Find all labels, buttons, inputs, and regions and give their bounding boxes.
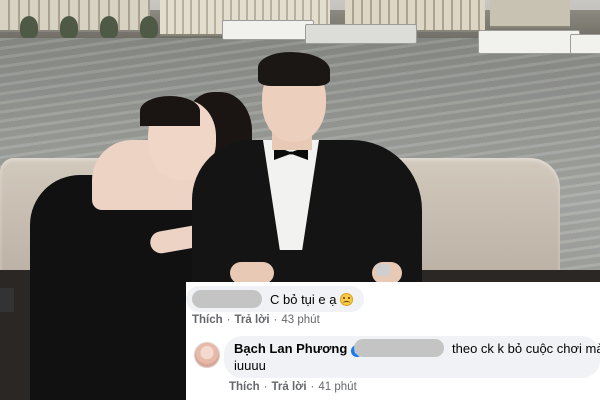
- disappointed-face-icon: [339, 293, 353, 306]
- bag: [0, 288, 14, 312]
- comments-panel: C bỏ tụi e ạ Thích · Trả lời · 43 phút Bạch …: [186, 282, 600, 400]
- comment-bubble: C bỏ tụi e ạ: [186, 286, 364, 312]
- comment-text-line1: theo ck k bỏ cuộc chơi mà e: [452, 341, 600, 356]
- man-hair: [258, 52, 330, 86]
- tree: [20, 16, 38, 38]
- reply-link[interactable]: Trả lời: [235, 314, 270, 326]
- boat: [305, 24, 417, 44]
- comment-text: C bỏ tụi e ạ: [270, 292, 353, 307]
- comment-text-content: C bỏ tụi e ạ: [270, 292, 337, 307]
- comment-bubble: Bạch Lan Phương✓ theo ck k bỏ cuộc chơi …: [224, 336, 600, 378]
- timestamp[interactable]: 41 phút: [318, 381, 356, 393]
- tree: [100, 16, 118, 38]
- comment-actions: Thích · Trả lời · 41 phút: [229, 381, 357, 393]
- author-name[interactable]: Bạch Lan Phương: [234, 341, 347, 356]
- like-link[interactable]: Thích: [229, 381, 260, 393]
- timestamp[interactable]: 43 phút: [281, 314, 319, 326]
- comment-text-line2: iuuuu: [234, 358, 266, 373]
- tree: [60, 16, 78, 38]
- separator: ·: [263, 381, 268, 393]
- building: [490, 0, 570, 28]
- boat: [570, 34, 600, 54]
- avatar[interactable]: [194, 342, 220, 368]
- like-link[interactable]: Thích: [192, 314, 223, 326]
- boat: [478, 30, 580, 54]
- woman-hair-fringe: [140, 96, 200, 126]
- watch: [376, 264, 390, 276]
- separator: ·: [226, 314, 231, 326]
- comment-actions: Thích · Trả lời · 43 phút: [192, 314, 320, 326]
- tree: [140, 16, 158, 38]
- reply-link[interactable]: Trả lời: [272, 381, 307, 393]
- redacted-tagged-name: [354, 339, 444, 357]
- hands: [230, 262, 274, 284]
- separator: ·: [310, 381, 315, 393]
- comment-author[interactable]: Bạch Lan Phương✓: [234, 341, 364, 357]
- separator: ·: [273, 314, 278, 326]
- boat: [222, 20, 314, 40]
- redacted-author-name: [192, 290, 262, 308]
